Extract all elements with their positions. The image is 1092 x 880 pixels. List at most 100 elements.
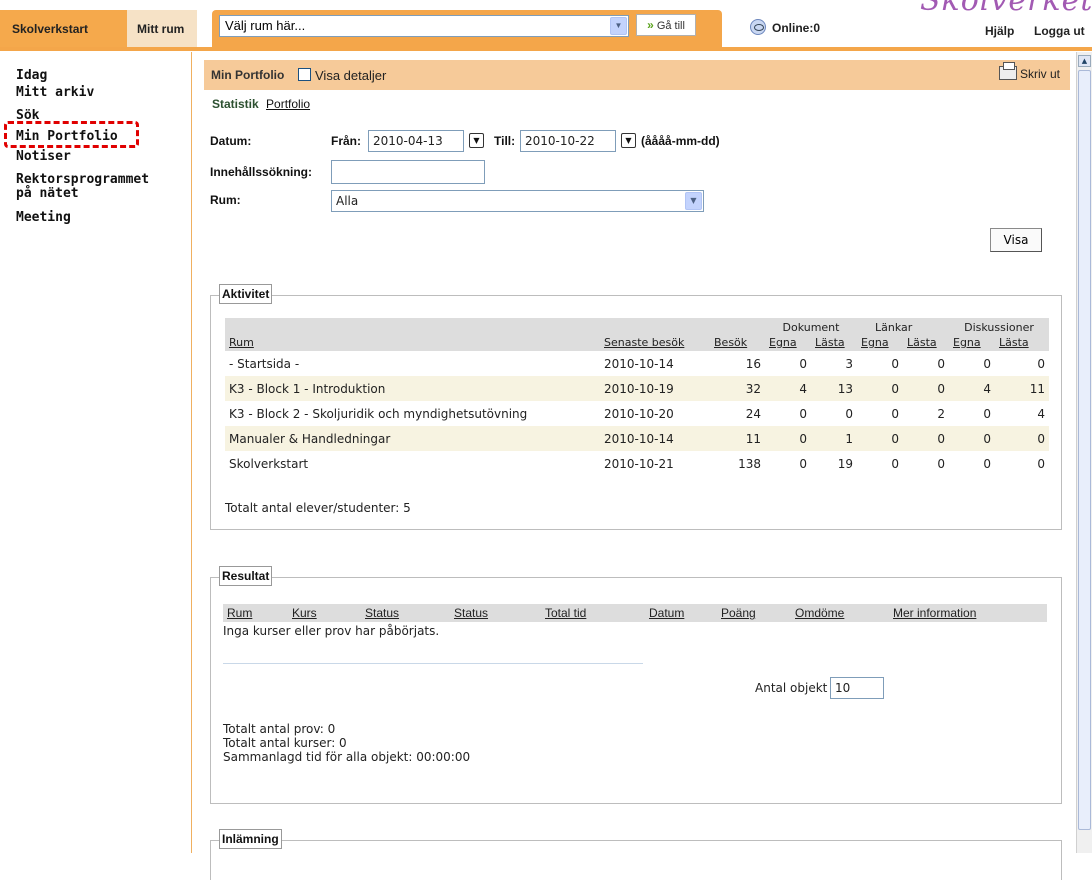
from-date-input[interactable]: 2010-04-13	[368, 130, 464, 152]
summary-prov: Totalt antal prov: 0	[223, 722, 336, 736]
chevron-down-icon[interactable]: ▼	[685, 192, 702, 210]
col-total-tid[interactable]: Total tid	[545, 606, 586, 620]
help-link[interactable]: Hjälp	[985, 24, 1014, 38]
col-besok[interactable]: Besök	[714, 336, 747, 349]
col-rum[interactable]: Rum	[229, 336, 254, 349]
room-select[interactable]: Välj rum här... ▼	[219, 15, 629, 37]
online-label: Online:0	[772, 21, 821, 35]
cell-d-egna: 0	[799, 406, 807, 421]
scroll-up-icon[interactable]: ▲	[1078, 55, 1091, 67]
total-students: Totalt antal elever/studenter: 5	[225, 501, 411, 515]
room-filter-value: Alla	[336, 194, 359, 208]
tab-portfolio[interactable]: Portfolio	[266, 97, 310, 111]
online-status: Online:0	[750, 19, 820, 35]
table-row: Manualer & Handledningar 2010-10-14 11 0…	[225, 426, 1049, 451]
empty-results-text: Inga kurser eller prov har påbörjats.	[223, 624, 440, 638]
cell-l-lasta: 0	[937, 456, 945, 471]
scroll-thumb[interactable]	[1078, 70, 1091, 830]
cell-rum: - Startsida -	[229, 356, 300, 371]
logout-link[interactable]: Logga ut	[1034, 24, 1085, 38]
col-mer-information[interactable]: Mer information	[893, 606, 976, 620]
table-group-header: Dokument Länkar Diskussioner	[225, 318, 1049, 334]
col-lankar-egna[interactable]: Egna	[861, 336, 889, 349]
room-filter-select[interactable]: Alla ▼	[331, 190, 704, 212]
from-calendar-icon[interactable]: ▼	[469, 133, 484, 148]
cell-l-egna: 0	[857, 376, 903, 401]
table-row: K3 - Block 2 - Skoljuridik och myndighet…	[225, 401, 1049, 426]
cell-d-lasta: 1	[811, 426, 857, 451]
col-poang[interactable]: Poäng	[721, 606, 756, 620]
col-diskussioner-egna[interactable]: Egna	[953, 336, 981, 349]
summary-tid: Sammanlagd tid för alla objekt: 00:00:00	[223, 750, 471, 764]
show-button[interactable]: Visa	[990, 228, 1042, 252]
cell-senaste: 2010-10-19	[600, 376, 710, 401]
nav-item-min-portfolio[interactable]: Min Portfolio	[16, 130, 118, 144]
cell-d-lasta: 13	[811, 376, 857, 401]
goto-button[interactable]: » Gå till	[636, 14, 696, 36]
col-status-2[interactable]: Status	[454, 606, 488, 620]
col-kurs[interactable]: Kurs	[292, 606, 317, 620]
top-divider	[0, 47, 1092, 51]
cell-besok: 11	[710, 426, 765, 451]
room-select-value: Välj rum här...	[225, 18, 306, 33]
cell-l-egna: 0	[891, 406, 899, 421]
cell-rum: Manualer & Handledningar	[225, 426, 600, 451]
from-label: Från:	[331, 134, 361, 148]
cell-besok: 16	[745, 356, 761, 371]
to-calendar-icon[interactable]: ▼	[621, 133, 636, 148]
cell-l-lasta: 2	[937, 406, 945, 421]
online-users-icon	[750, 19, 766, 35]
cell-rum: K3 - Block 1 - Introduktion	[225, 376, 600, 401]
chevron-down-icon[interactable]: ▼	[610, 17, 627, 35]
resultat-section: Resultat Rum Kurs Status Status Total ti…	[210, 566, 1062, 804]
cell-k-lasta: 0	[1037, 456, 1045, 471]
cell-l-egna: 0	[891, 356, 899, 371]
nav-item-sok[interactable]: Sök	[16, 109, 39, 123]
col-dokument-lasta[interactable]: Lästa	[815, 336, 845, 349]
tab-skolverkstart[interactable]: Skolverkstart	[0, 10, 127, 48]
resultat-table-header: Rum Kurs Status Status Total tid Datum P…	[223, 604, 1047, 622]
aktivitet-table: Dokument Länkar Diskussioner Rum Senaste…	[225, 318, 1049, 476]
nav-item-meeting[interactable]: Meeting	[16, 211, 71, 225]
nav-item-mitt-arkiv[interactable]: Mitt arkiv	[16, 86, 94, 100]
col-rum[interactable]: Rum	[227, 606, 252, 620]
col-omdome[interactable]: Omdöme	[795, 606, 844, 620]
cell-k-lasta: 11	[995, 376, 1049, 401]
divider	[223, 663, 643, 664]
subtabs: Statistik Portfolio	[212, 97, 310, 111]
to-label: Till:	[494, 134, 516, 148]
cell-l-lasta: 0	[903, 376, 949, 401]
cell-k-lasta: 4	[1037, 406, 1045, 421]
details-checkbox[interactable]	[298, 68, 311, 81]
nav-item-notiser[interactable]: Notiser	[16, 150, 71, 164]
to-date-input[interactable]: 2010-10-22	[520, 130, 616, 152]
table-header: Rum Senaste besök Besök Egna Lästa Egna …	[225, 334, 1049, 351]
vertical-scrollbar[interactable]: ▲	[1076, 52, 1092, 853]
page-title: Min Portfolio	[211, 68, 285, 82]
cell-l-lasta: 0	[903, 426, 949, 451]
nav-item-idag[interactable]: Idag	[16, 69, 47, 83]
content-search-input[interactable]	[331, 160, 485, 184]
tab-mitt-rum[interactable]: Mitt rum	[127, 10, 197, 48]
nav-item-rektorsprogrammet-line1: Rektorsprogrammet	[16, 172, 150, 187]
col-status[interactable]: Status	[365, 606, 399, 620]
cell-k-lasta: 0	[995, 426, 1049, 451]
cell-d-lasta: 19	[837, 456, 853, 471]
details-label: Visa detaljer	[315, 68, 387, 83]
date-format-hint: (åååå-mm-dd)	[641, 134, 720, 148]
count-input[interactable]: 10	[830, 677, 884, 699]
cell-d-lasta: 3	[845, 356, 853, 371]
top-bar: Skolverkstart Mitt rum Välj rum här... ▼…	[0, 0, 1092, 52]
print-button[interactable]: Skriv ut	[998, 62, 1060, 81]
col-lankar-lasta[interactable]: Lästa	[907, 336, 937, 349]
col-diskussioner-lasta[interactable]: Lästa	[999, 336, 1029, 349]
col-senaste-besok[interactable]: Senaste besök	[604, 336, 684, 349]
cell-d-egna: 0	[799, 456, 807, 471]
nav-item-rektorsprogrammet[interactable]: Rektorsprogrammet på nätet	[16, 173, 149, 201]
col-dokument-egna[interactable]: Egna	[769, 336, 797, 349]
printer-icon	[998, 62, 1017, 80]
tab-statistik[interactable]: Statistik	[212, 97, 259, 111]
col-datum[interactable]: Datum	[649, 606, 684, 620]
table-row: K3 - Block 1 - Introduktion 2010-10-19 3…	[225, 376, 1049, 401]
nav-item-rektorsprogrammet-line2: på nätet	[16, 186, 79, 201]
